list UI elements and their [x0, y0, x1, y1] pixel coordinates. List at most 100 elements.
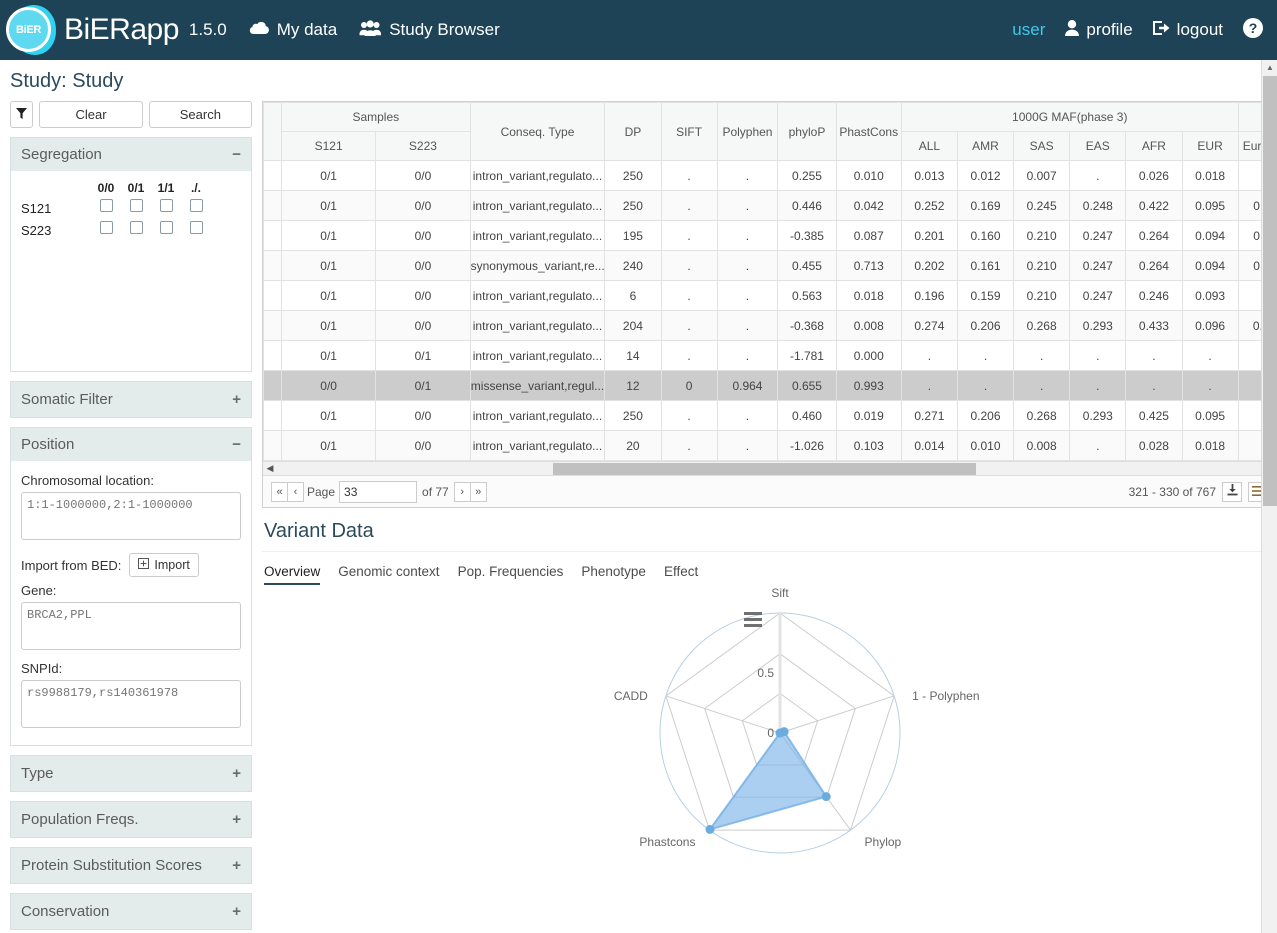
- sidebar-item-population-freqs[interactable]: Population Freqs. +: [10, 801, 252, 838]
- nav-logout[interactable]: logout: [1152, 20, 1223, 41]
- radar-data-point-2[interactable]: [821, 792, 831, 802]
- table-row[interactable]: 0/1 0/0 intron_variant,regulato... 250.. 0.4…: [263, 190, 1276, 221]
- nav-profile[interactable]: profile: [1065, 19, 1133, 41]
- col-header-eas[interactable]: EAS: [1069, 131, 1127, 161]
- table-row[interactable]: 0/1 0/0 intron_variant,regulato... 250.. 0.2…: [263, 160, 1276, 191]
- cell-conseq: intron_variant,regulato...: [469, 310, 606, 341]
- nav-my-data[interactable]: My data: [249, 20, 337, 40]
- col-header-amr[interactable]: AMR: [956, 131, 1015, 161]
- next-page-button[interactable]: ›: [453, 481, 471, 502]
- table-row[interactable]: 0/0 0/1 missense_variant,regul... 12 0 0.964 0…: [263, 370, 1276, 401]
- sidebar-item-somatic-filter[interactable]: Somatic Filter +: [10, 381, 252, 418]
- col-header-afr[interactable]: AFR: [1125, 131, 1183, 161]
- col-header-conseq-type[interactable]: Conseq. Type: [469, 102, 606, 161]
- type-expand-icon[interactable]: +: [232, 765, 241, 782]
- cell-phylop: -0.385: [777, 220, 837, 251]
- tab-effect[interactable]: Effect: [664, 564, 698, 585]
- checkbox-s121-01[interactable]: [129, 199, 143, 212]
- cell-eas: .: [1069, 160, 1127, 191]
- sidebar-item-type[interactable]: Type +: [10, 755, 252, 792]
- gene-input[interactable]: [21, 602, 241, 650]
- page-scroll-thumb[interactable]: [1263, 76, 1277, 506]
- tab-phenotype[interactable]: Phenotype: [581, 564, 646, 585]
- table-row[interactable]: 0/1 0/0 intron_variant,regulato... 250.. 0.4…: [263, 400, 1276, 431]
- cell-conseq: intron_variant,regulato...: [469, 160, 606, 191]
- row-select-cell[interactable]: [263, 190, 282, 221]
- row-select-cell[interactable]: [263, 220, 282, 251]
- filter-icon-button[interactable]: [10, 101, 34, 128]
- table-row[interactable]: 0/1 0/0 synonymous_variant,re... 240.. 0.455…: [263, 250, 1276, 281]
- nav-help[interactable]: ?: [1243, 17, 1263, 43]
- clear-button[interactable]: Clear: [39, 101, 143, 128]
- col-header-dp[interactable]: DP: [604, 102, 662, 161]
- scroll-left-arrow[interactable]: ◀: [263, 463, 277, 474]
- nav-study-browser[interactable]: Study Browser: [359, 19, 500, 41]
- protein-substitution-scores-expand-icon[interactable]: +: [232, 857, 241, 874]
- conservation-expand-icon[interactable]: +: [232, 903, 241, 920]
- col-header-s223[interactable]: S223: [375, 131, 471, 161]
- page-vertical-scrollbar[interactable]: ▲: [1261, 60, 1277, 933]
- col-header-s121[interactable]: S121: [280, 131, 377, 161]
- search-button[interactable]: Search: [148, 101, 253, 128]
- row-select-cell[interactable]: [263, 370, 282, 401]
- sidebar-item-protein-substitution-scores[interactable]: Protein Substitution Scores +: [10, 847, 252, 884]
- row-select-cell[interactable]: [263, 310, 282, 341]
- tab-overview[interactable]: Overview: [264, 564, 321, 585]
- checkbox-s223-11[interactable]: [159, 221, 173, 234]
- first-page-button[interactable]: «: [271, 481, 288, 502]
- row-select-cell[interactable]: [263, 340, 282, 371]
- segregation-panel-header[interactable]: Segregation −: [11, 138, 251, 171]
- checkbox-s223-missing[interactable]: [189, 221, 203, 234]
- somatic-filter-expand-icon[interactable]: +: [232, 391, 241, 408]
- scroll-track[interactable]: [277, 462, 1262, 476]
- scroll-thumb[interactable]: [552, 462, 977, 475]
- col-header-polyphen[interactable]: Polyphen: [716, 102, 779, 161]
- radar-data-polygon[interactable]: [707, 730, 828, 832]
- table-row[interactable]: 0/1 0/0 intron_variant,regulato... 204.. -0.…: [263, 310, 1276, 341]
- checkbox-s121-11[interactable]: [159, 199, 173, 212]
- row-select-cell[interactable]: [263, 250, 282, 281]
- row-select-cell[interactable]: [263, 430, 282, 461]
- download-button[interactable]: [1222, 481, 1242, 502]
- tab-genomic-context[interactable]: Genomic context: [338, 564, 439, 585]
- checkbox-s121-missing[interactable]: [189, 199, 203, 212]
- sidebar-item-conservation[interactable]: Conservation +: [10, 893, 252, 930]
- row-select-cell[interactable]: [263, 400, 282, 431]
- row-select-cell[interactable]: [263, 280, 282, 311]
- import-bed-button[interactable]: Import: [129, 553, 199, 577]
- col-header-phylop[interactable]: phyloP: [777, 102, 837, 161]
- snpid-input[interactable]: [21, 680, 241, 728]
- variants-grid-scroll[interactable]: Samples Conseq. Type DP SIFT Polyphen ph…: [263, 102, 1276, 461]
- population-freqs-expand-icon[interactable]: +: [232, 811, 241, 828]
- table-row[interactable]: 0/1 0/0 intron_variant,regulato... 20.. -1.0…: [263, 430, 1276, 461]
- prev-page-button[interactable]: ‹: [287, 481, 304, 502]
- cell-s121: 0/1: [280, 430, 377, 461]
- table-row[interactable]: 0/1 0/1 intron_variant,regulato... 14.. -1.7…: [263, 340, 1276, 371]
- position-panel-header[interactable]: Position −: [11, 428, 251, 461]
- radar-data-point-3[interactable]: [705, 824, 715, 834]
- grid-horizontal-scrollbar[interactable]: ◀ ▶: [263, 461, 1276, 475]
- checkbox-s223-01[interactable]: [129, 221, 143, 234]
- cell-amr: 0.160: [956, 220, 1015, 251]
- col-header-sas[interactable]: SAS: [1013, 131, 1071, 161]
- tab-pop-frequencies[interactable]: Pop. Frequencies: [458, 564, 564, 585]
- checkbox-s121-00[interactable]: [99, 199, 113, 212]
- segregation-collapse-icon[interactable]: −: [232, 146, 241, 163]
- chart-context-menu-button[interactable]: [744, 612, 762, 630]
- chromosomal-location-input[interactable]: [21, 492, 241, 540]
- scroll-up-arrow[interactable]: ▲: [1262, 60, 1277, 76]
- table-row[interactable]: 0/1 0/0 intron_variant,regulato... 195.. -0.…: [263, 220, 1276, 251]
- checkbox-s223-00[interactable]: [99, 221, 113, 234]
- position-collapse-icon[interactable]: −: [232, 436, 241, 453]
- col-header-sift[interactable]: SIFT: [660, 102, 718, 161]
- table-row[interactable]: 0/1 0/0 intron_variant,regulato... 6.. 0.563…: [263, 280, 1276, 311]
- page-number-input[interactable]: [339, 480, 418, 503]
- col-header-eur[interactable]: EUR: [1181, 131, 1239, 161]
- radar-data-point-4[interactable]: [775, 728, 785, 738]
- radar-chart[interactable]: 0 0.5 Sift 1 - Polyphen Phylop Phastcons CADD: [262, 585, 1262, 885]
- last-page-button[interactable]: »: [469, 481, 487, 502]
- col-header-phastcons[interactable]: PhastCons: [835, 102, 902, 161]
- users-icon: [359, 19, 382, 41]
- col-header-all[interactable]: ALL: [900, 131, 958, 161]
- row-select-cell[interactable]: [263, 160, 282, 191]
